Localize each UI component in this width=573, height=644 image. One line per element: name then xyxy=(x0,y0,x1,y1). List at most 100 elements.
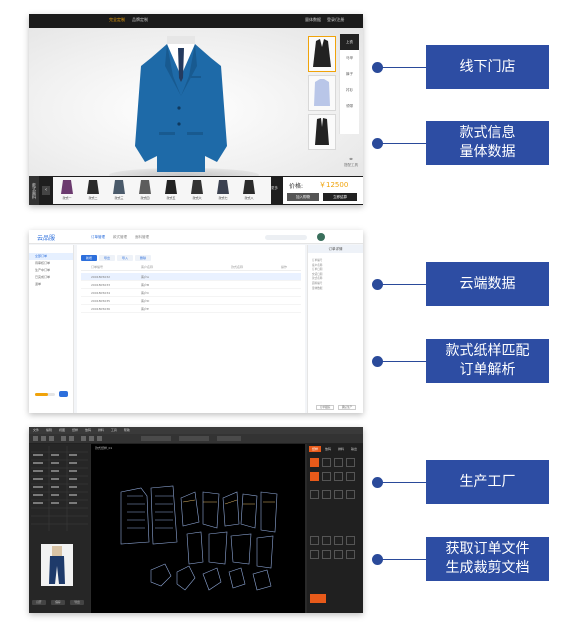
menu-marker[interactable]: 排料 xyxy=(98,428,104,432)
text-tool-icon[interactable] xyxy=(346,490,355,499)
cut-tool-icon[interactable] xyxy=(310,472,319,481)
open-button[interactable]: 打开 xyxy=(32,600,46,605)
export-button[interactable]: 导出 xyxy=(70,600,84,605)
angle-tool-icon[interactable] xyxy=(322,550,331,559)
table-row[interactable]: 2001805033 客户B xyxy=(81,281,301,289)
size-select[interactable] xyxy=(179,436,209,441)
seam-tool-icon[interactable] xyxy=(346,472,355,481)
delete-button[interactable]: 删除 xyxy=(135,255,151,261)
tab-fabrics[interactable]: 面料管理 xyxy=(135,235,149,240)
menu-item[interactable]: 裤子 xyxy=(340,66,359,82)
tab-styles[interactable]: 款式管理 xyxy=(113,235,127,240)
login-link[interactable]: 登录/注册 xyxy=(327,17,344,23)
save-icon[interactable] xyxy=(49,436,54,441)
menu-item[interactable]: 马甲 xyxy=(340,50,359,66)
customer-name: 客户C xyxy=(141,291,150,295)
menu-view[interactable]: 视图 xyxy=(59,428,65,432)
tab-grade[interactable]: 放码 xyxy=(322,446,334,452)
new-icon[interactable] xyxy=(33,436,38,441)
badge-text: 线下门店 xyxy=(459,58,516,75)
menu-item[interactable]: 衬衫 xyxy=(340,82,359,98)
search-input[interactable] xyxy=(265,235,307,240)
pattern-canvas[interactable]: 款式纸样_01 xyxy=(91,444,305,613)
merge-tool-icon[interactable] xyxy=(346,536,355,545)
style-item[interactable]: 款式一 xyxy=(55,179,79,203)
track-order-button[interactable]: 订单跟踪 xyxy=(316,405,334,410)
apply-button[interactable] xyxy=(310,594,326,603)
dart-tool-icon[interactable] xyxy=(322,472,331,481)
grade-tool-icon[interactable] xyxy=(310,536,319,545)
tab-pattern[interactable]: 纸样 xyxy=(309,446,321,452)
tab-custom[interactable]: 完全定制 xyxy=(109,17,125,23)
measure-link[interactable]: 量体数据 xyxy=(305,17,321,23)
open-icon[interactable] xyxy=(41,436,46,441)
sidebar-item[interactable]: 退单 xyxy=(29,281,73,288)
redo-icon[interactable] xyxy=(69,436,74,441)
style-item[interactable]: 款式三 xyxy=(107,179,131,203)
thumb-jacket[interactable] xyxy=(308,36,336,72)
canvas-tab[interactable]: 款式纸样_01 xyxy=(95,446,112,450)
menu-pattern[interactable]: 纸样 xyxy=(72,428,78,432)
prev-arrow-icon[interactable]: ‹ xyxy=(42,186,50,195)
point-tool-icon[interactable] xyxy=(346,458,355,467)
split-tool-icon[interactable] xyxy=(334,536,343,545)
measure-tool-icon[interactable] xyxy=(310,550,319,559)
table-row[interactable]: 2001805036 客户E xyxy=(81,305,301,313)
tab-marker[interactable]: 排料 xyxy=(335,446,347,452)
mirror-tool-icon[interactable] xyxy=(310,490,319,499)
tool-label: 搭配工具 xyxy=(344,163,358,167)
unit-select[interactable] xyxy=(217,436,241,441)
connector-line xyxy=(378,284,426,285)
style-item[interactable]: 款式七 xyxy=(211,179,235,203)
more-link[interactable]: 更多 xyxy=(271,186,278,191)
sidebar-item[interactable]: 全部订单 xyxy=(29,253,73,260)
sidebar-item[interactable]: 待审核订单 xyxy=(29,260,73,267)
select-tool-icon[interactable] xyxy=(310,458,319,467)
menu-tools[interactable]: 工具 xyxy=(111,428,117,432)
avatar[interactable] xyxy=(317,233,325,241)
menu-grade[interactable]: 放码 xyxy=(85,428,91,432)
undo-icon[interactable] xyxy=(61,436,66,441)
layer-select[interactable] xyxy=(141,436,171,441)
menu-help[interactable]: 帮助 xyxy=(124,428,130,432)
import-button[interactable]: 导入 xyxy=(117,255,133,261)
thumb-vest[interactable] xyxy=(308,114,336,150)
menu-item[interactable]: 领带 xyxy=(340,98,359,114)
export-button[interactable]: 导出 xyxy=(99,255,115,261)
checkout-button[interactable]: 立即结算 xyxy=(323,193,357,201)
line-tool-icon[interactable] xyxy=(322,458,331,467)
rotate-tool-icon[interactable] xyxy=(322,490,331,499)
zoom-icon[interactable] xyxy=(81,436,86,441)
thumb-shirt[interactable] xyxy=(308,75,336,111)
table-row[interactable]: 2001805034 客户C xyxy=(81,289,301,297)
confirm-production-button[interactable]: 确认生产 xyxy=(338,405,356,410)
table-row[interactable]: 2001805032 客户A xyxy=(81,273,301,281)
measure-icon[interactable] xyxy=(97,436,102,441)
move-icon[interactable] xyxy=(89,436,94,441)
curve-tool-icon[interactable] xyxy=(334,458,343,467)
add-cart-button[interactable]: 加入购物 xyxy=(287,193,319,201)
scale-tool-icon[interactable] xyxy=(334,490,343,499)
offset-tool-icon[interactable] xyxy=(346,550,355,559)
add-button[interactable]: 新增 xyxy=(81,255,97,261)
tab-output[interactable]: 输出 xyxy=(348,446,360,452)
menu-file[interactable]: 文件 xyxy=(33,428,39,432)
menu-edit[interactable]: 编辑 xyxy=(46,428,52,432)
sidebar-item[interactable]: 已完成订单 xyxy=(29,274,73,281)
style-item[interactable]: 款式六 xyxy=(185,179,209,203)
table-row[interactable]: 2001805035 客户D xyxy=(81,297,301,305)
match-tool[interactable]: ⚭ 搭配工具 xyxy=(341,156,361,168)
save-button[interactable]: 保存 xyxy=(51,600,65,605)
style-item[interactable]: 款式八 xyxy=(237,179,261,203)
tab-orders[interactable]: 订单管理 xyxy=(91,235,105,240)
menu-item[interactable]: 上衣 xyxy=(340,34,359,50)
align-tool-icon[interactable] xyxy=(322,536,331,545)
style-item[interactable]: 款式四 xyxy=(133,179,157,203)
arc-tool-icon[interactable] xyxy=(334,550,343,559)
sidebar-item[interactable]: 生产中订单 xyxy=(29,267,73,274)
notch-tool-icon[interactable] xyxy=(334,472,343,481)
style-item[interactable]: 款式五 xyxy=(159,179,183,203)
style-item[interactable]: 款式二 xyxy=(81,179,105,203)
upgrade-button[interactable] xyxy=(59,391,68,397)
tab-brand[interactable]: 品牌定制 xyxy=(132,17,148,23)
